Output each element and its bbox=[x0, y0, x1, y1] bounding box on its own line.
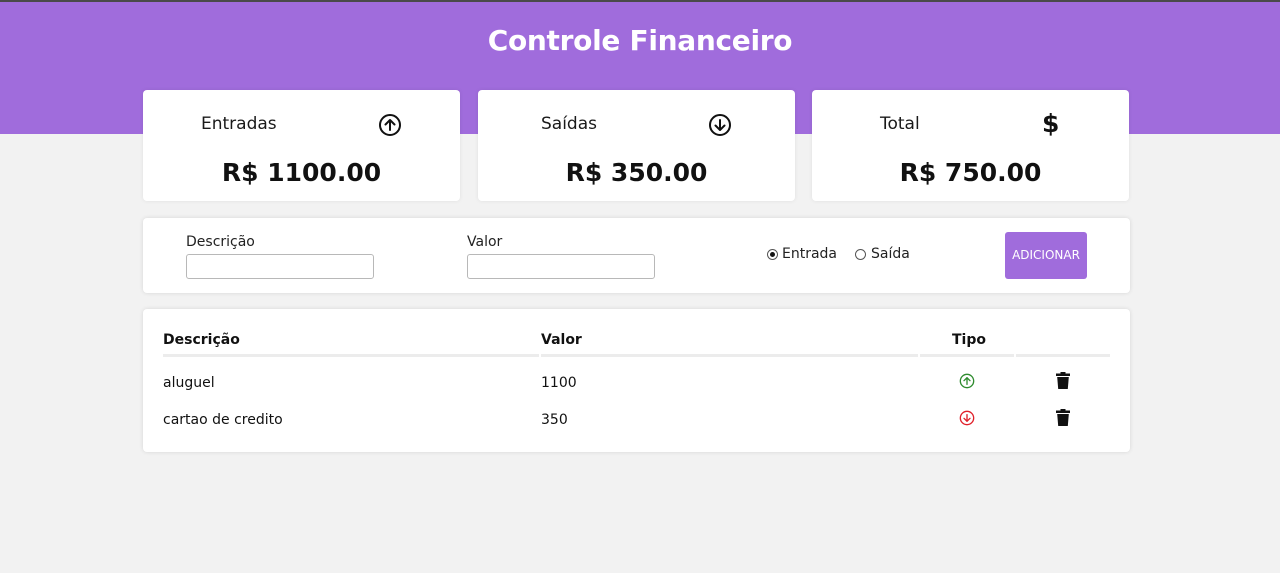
row-amount: 350 bbox=[541, 412, 568, 428]
row-description: cartao de credito bbox=[163, 412, 283, 428]
delete-trash-icon[interactable] bbox=[1056, 372, 1070, 389]
radio-saida-label[interactable]: Saída bbox=[871, 246, 910, 262]
amount-label: Valor bbox=[467, 234, 503, 250]
header-divider bbox=[1016, 354, 1110, 357]
header-divider bbox=[541, 354, 918, 357]
income-arrow-up-icon bbox=[959, 373, 975, 389]
description-label: Descrição bbox=[186, 234, 255, 250]
radio-entrada-label[interactable]: Entrada bbox=[782, 246, 837, 262]
income-card-label: Entradas bbox=[201, 114, 277, 134]
delete-trash-icon[interactable] bbox=[1056, 409, 1070, 426]
row-description: aluguel bbox=[163, 375, 215, 391]
header-divider bbox=[163, 354, 539, 357]
row-amount: 1100 bbox=[541, 375, 577, 391]
amount-input[interactable] bbox=[467, 254, 655, 279]
expense-card-value: R$ 350.00 bbox=[565, 158, 708, 187]
radio-entrada[interactable] bbox=[767, 249, 778, 260]
total-card: Total $ R$ 750.00 bbox=[812, 90, 1129, 201]
page-title: Controle Financeiro bbox=[487, 24, 793, 57]
income-card-value: R$ 1100.00 bbox=[221, 158, 382, 187]
expense-arrow-down-icon bbox=[959, 410, 975, 426]
dollar-icon: $ bbox=[1042, 109, 1060, 138]
expense-card-label: Saídas bbox=[541, 114, 597, 134]
header-divider bbox=[920, 354, 1014, 357]
column-header-description: Descrição bbox=[163, 332, 240, 348]
arrow-up-circle-icon bbox=[379, 114, 401, 136]
arrow-down-circle-icon bbox=[709, 114, 731, 136]
add-button[interactable]: ADICIONAR bbox=[1005, 232, 1087, 279]
column-header-amount: Valor bbox=[541, 332, 582, 348]
description-input[interactable] bbox=[186, 254, 374, 279]
radio-saida[interactable] bbox=[855, 249, 866, 260]
transaction-form: Descrição Valor Entrada Saída ADICIONAR bbox=[143, 218, 1130, 293]
expense-card: Saídas R$ 350.00 bbox=[478, 90, 795, 201]
total-card-label: Total bbox=[880, 114, 920, 134]
total-card-value: R$ 750.00 bbox=[899, 158, 1042, 187]
income-card: Entradas R$ 1100.00 bbox=[143, 90, 460, 201]
column-header-type: Tipo bbox=[952, 332, 986, 348]
transactions-table: Descrição Valor Tipo aluguel 1100 cartao… bbox=[143, 309, 1130, 452]
